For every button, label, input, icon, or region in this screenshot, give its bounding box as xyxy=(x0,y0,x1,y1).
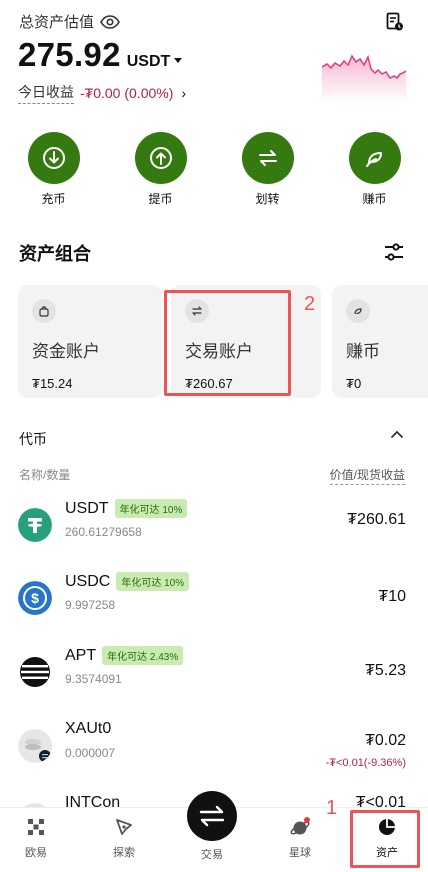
settings-sliders-icon[interactable] xyxy=(384,243,404,261)
coin-symbol: APT 年化可达 2.43% xyxy=(65,646,184,665)
chevron-up-icon[interactable] xyxy=(390,429,404,439)
coin-quantity: 9.997258 xyxy=(65,598,116,612)
deposit-label: 充币 xyxy=(41,192,66,206)
coin-value: ₮260.61 xyxy=(347,511,406,528)
tab-discover[interactable]: 探索 xyxy=(94,816,154,860)
coin-row-usdt[interactable]: USDT 年化可达 10% 260.61279658 ₮260.61 xyxy=(0,499,428,573)
tab-okx[interactable]: 欧易 xyxy=(6,816,66,860)
portfolio-title: 资产组合 xyxy=(19,244,91,264)
xaut0-icon xyxy=(18,729,52,763)
coin-symbol: XAUt0 xyxy=(65,720,111,738)
withdraw-button[interactable]: 提币 xyxy=(121,132,201,207)
balance-amount: 275.92 xyxy=(18,36,121,73)
chevron-right-icon: › xyxy=(181,85,187,101)
coin-quantity: 0.000007 xyxy=(65,746,116,760)
quick-actions: 充币 提币 划转 赚币 xyxy=(0,132,428,207)
leaf-icon xyxy=(348,132,401,184)
withdraw-label: 提币 xyxy=(148,192,173,206)
earn-account-name: 赚币 xyxy=(346,342,380,361)
bill-history-icon[interactable] xyxy=(386,12,404,32)
total-assets-text: 总资产估值 xyxy=(19,14,95,31)
swap-arrows-icon xyxy=(199,805,225,827)
coin-row-apt[interactable]: APT 年化可达 2.43% 9.3574091 ₮5.23 xyxy=(0,646,428,720)
currency-label: USDT xyxy=(126,53,171,70)
eye-icon[interactable] xyxy=(100,14,120,29)
currency-selector[interactable]: USDT xyxy=(127,53,183,71)
upload-icon xyxy=(134,132,187,184)
funding-account-name: 资金账户 xyxy=(32,342,100,361)
tab-planet[interactable]: 星球 xyxy=(270,816,330,860)
tab-trade-label: 交易 xyxy=(201,849,223,861)
total-assets-label: 总资产估值 xyxy=(19,11,120,32)
balance-sparkline xyxy=(322,54,406,102)
aptos-icon xyxy=(18,655,52,689)
coin-row-xaut0[interactable]: XAUt0 0.000007 ₮0.02 -₮<0.01(-9.36%) xyxy=(0,720,428,794)
coin-symbol: USDT 年化可达 10% xyxy=(65,499,188,518)
balance-display: 275.92 USDT xyxy=(18,36,183,74)
usdc-icon: $ xyxy=(18,581,52,615)
apy-badge: 年化可达 10% xyxy=(114,499,188,518)
apy-badge: 年化可达 2.43% xyxy=(102,646,184,665)
coin-value: ₮0.02 xyxy=(365,732,406,749)
tab-okx-label: 欧易 xyxy=(25,847,47,859)
caret-down-icon xyxy=(174,58,183,63)
coin-symbol: USDC 年化可达 10% xyxy=(65,572,190,591)
coin-symbol-text: USDT xyxy=(65,499,109,517)
svg-text:$: $ xyxy=(31,590,39,606)
coin-symbol-text: XAUt0 xyxy=(65,720,112,737)
coin-symbol-text: APT xyxy=(65,646,97,664)
earn-label: 赚币 xyxy=(362,192,387,206)
coin-symbol-text: USDC xyxy=(65,572,111,590)
bag-icon xyxy=(32,299,56,323)
coin-value: ₮10 xyxy=(378,588,406,605)
leaf-icon xyxy=(346,299,370,323)
funding-account-amount: ₮15.24 xyxy=(32,376,73,391)
usdt-icon xyxy=(18,508,52,542)
okx-logo-icon xyxy=(28,819,44,835)
tab-trade[interactable]: 交易 xyxy=(182,846,242,862)
coin-pnl: -₮<0.01(-9.36%) xyxy=(325,757,406,769)
transfer-button[interactable]: 划转 xyxy=(228,132,308,207)
coin-quantity: 9.3574091 xyxy=(65,672,122,686)
column-value-pnl[interactable]: 价值/现货收益 xyxy=(329,466,405,485)
funding-account-card[interactable]: 资金账户 ₮15.24 xyxy=(18,285,162,398)
highlight-box-assets-tab xyxy=(350,810,420,868)
coin-row-usdc[interactable]: $ USDC 年化可达 10% 9.997258 ₮10 xyxy=(0,572,428,646)
coins-section-title: 代币 xyxy=(19,431,47,447)
annotation-number-2: 2 xyxy=(304,293,316,315)
coin-quantity: 260.61279658 xyxy=(65,525,142,539)
earn-account-card[interactable]: 赚币 ₮0 xyxy=(332,285,428,398)
planet-icon xyxy=(290,817,310,835)
today-pnl[interactable]: 今日收益 -₮0.00 (0.00%) › xyxy=(18,82,186,104)
earn-account-amount: ₮0 xyxy=(346,376,362,391)
deposit-button[interactable]: 充币 xyxy=(14,132,94,207)
earn-button[interactable]: 赚币 xyxy=(335,132,415,207)
coin-value: ₮5.23 xyxy=(365,662,406,679)
today-pnl-label: 今日收益 xyxy=(18,82,74,104)
transfer-icon xyxy=(241,132,294,184)
compass-icon xyxy=(116,819,132,835)
column-name-qty: 名称/数量 xyxy=(19,468,71,482)
trade-center-button[interactable] xyxy=(187,791,237,841)
tab-planet-label: 星球 xyxy=(289,847,311,859)
highlight-box-trading xyxy=(164,290,291,396)
download-icon xyxy=(27,132,80,184)
tab-discover-label: 探索 xyxy=(113,847,135,859)
apy-badge: 年化可达 10% xyxy=(116,572,190,591)
annotation-number-1: 1 xyxy=(326,797,338,819)
transfer-label: 划转 xyxy=(255,192,280,206)
today-pnl-value: -₮0.00 (0.00%) xyxy=(80,85,174,101)
